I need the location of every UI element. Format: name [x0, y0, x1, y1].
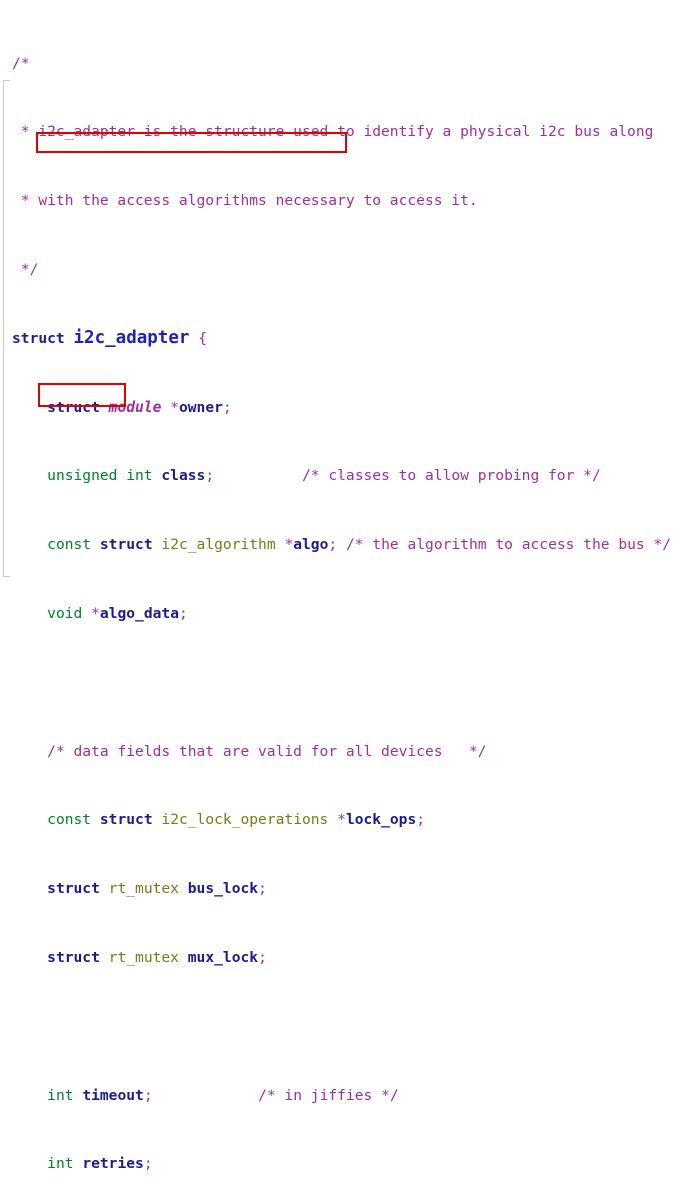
comment-token: /* classes to allow probing for */	[302, 467, 601, 485]
code-line: * i2c_adapter is the structure used to i…	[0, 123, 692, 140]
code-line: /* data fields that are valid for all de…	[0, 743, 692, 760]
comment-token: /*	[12, 54, 30, 72]
code-viewer[interactable]: /* * i2c_adapter is the structure used t…	[0, 0, 692, 1172]
keyword-struct: struct	[12, 329, 65, 347]
comment-token: */	[12, 261, 39, 278]
code-listing: /* * i2c_adapter is the structure used t…	[0, 3, 692, 1184]
keyword-struct: struct	[99, 811, 153, 829]
field-lock-ops: lock_ops	[345, 811, 417, 829]
type-rt-mutex: rt_mutex	[108, 880, 179, 898]
code-line-struct-decl: struct i2c_adapter {	[12, 327, 207, 348]
code-line: unsigned int class; /* classes to allow …	[47, 467, 601, 485]
code-line: const struct i2c_lock_operations *lock_o…	[47, 811, 426, 829]
type-i2c-algorithm: i2c_algorithm	[161, 536, 276, 554]
field-bus-lock: bus_lock	[187, 880, 259, 898]
code-line: */	[0, 261, 692, 278]
keyword-struct: struct	[99, 536, 153, 554]
comment-token: * with the access algorithms necessary t…	[12, 192, 478, 210]
code-line: * with the access algorithms necessary t…	[0, 192, 692, 209]
type-i2c-lock-operations: i2c_lock_operations	[161, 811, 329, 829]
code-line: struct rt_mutex mux_lock;	[47, 948, 267, 966]
comment-token: * i2c_adapter is the structure used to i…	[12, 123, 654, 141]
field-mux-lock: mux_lock	[187, 948, 259, 966]
code-line: void *algo_data;	[47, 604, 188, 622]
field-algo: algo	[293, 536, 329, 554]
struct-name-i2c-adapter: i2c_adapter	[73, 327, 190, 348]
type-module: module	[108, 398, 162, 416]
type-rt-mutex: rt_mutex	[108, 948, 179, 966]
code-line: int retries;	[47, 1155, 153, 1173]
comment-token: /* in jiffies */	[258, 1086, 399, 1104]
code-line: struct rt_mutex bus_lock;	[47, 880, 267, 898]
keyword-struct: struct	[47, 880, 100, 898]
code-line: int timeout; /* in jiffies */	[47, 1086, 399, 1104]
code-line: struct module *owner;	[47, 398, 232, 416]
code-line-algo: const struct i2c_algorithm *algo; /* the…	[47, 536, 672, 554]
comment-token: /* data fields that are valid for all de…	[47, 742, 487, 760]
field-retries: retries	[82, 1155, 144, 1173]
keyword-struct: struct	[47, 398, 100, 416]
comment-token: /* the algorithm to access the bus */	[345, 536, 672, 554]
field-owner: owner	[178, 398, 223, 416]
field-class: class	[161, 467, 206, 485]
keyword-struct: struct	[47, 948, 100, 966]
field-timeout: timeout	[82, 1086, 144, 1104]
code-line: /*	[0, 55, 692, 72]
field-algo-data: algo_data	[99, 604, 179, 622]
